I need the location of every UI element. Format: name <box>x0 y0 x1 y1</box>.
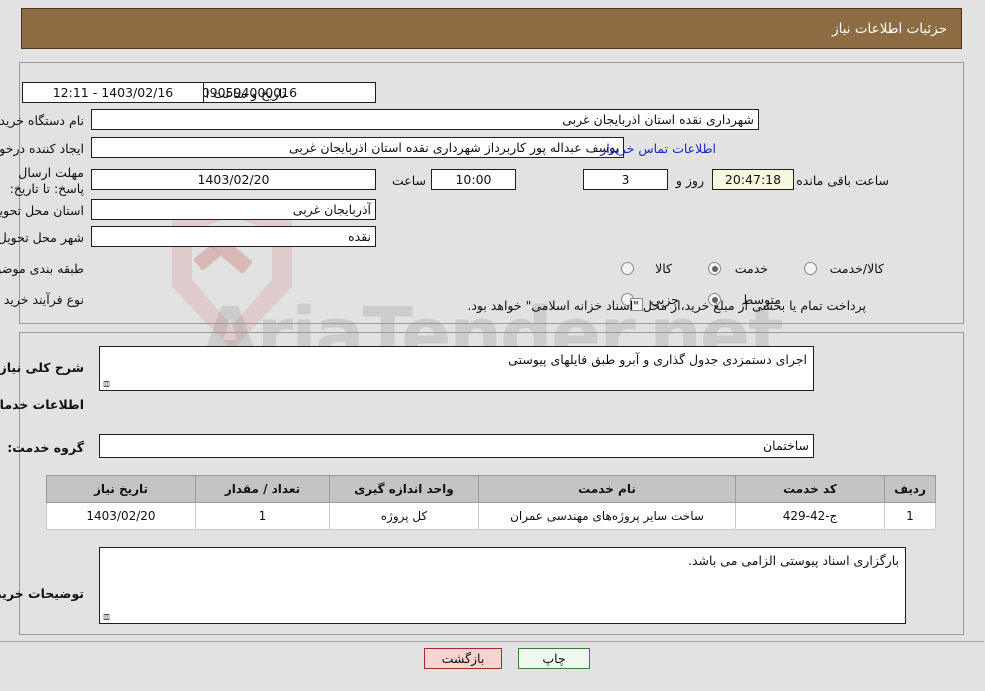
radio-category-kala-label: کالا <box>656 261 673 276</box>
province-label: استان محل تحویل: <box>0 203 85 218</box>
col-radif: ردیف <box>885 475 937 503</box>
cell-radif: 1 <box>885 502 937 530</box>
buyer-notes-textarea[interactable]: بارگزاری اسناد پیوستی الزامی می باشد. ⧈ <box>100 547 907 624</box>
days-and-label: روز و <box>676 173 705 188</box>
hour-label: ساعت <box>392 173 427 188</box>
services-section-heading: اطلاعات خدمات مورد نیاز <box>0 397 85 412</box>
cell-unit: کل پروژه <box>330 502 480 530</box>
buyer-org-label: نام دستگاه خریدار: <box>0 113 85 128</box>
services-table: ردیف کد خدمت نام خدمت واحد اندازه گیری ت… <box>47 475 937 530</box>
page-title: جزئیات اطلاعات نیاز <box>833 20 948 37</box>
table-row: 1 ج-42-429 ساخت سایر پروژه‌های مهندسی عم… <box>47 502 937 530</box>
category-label: طبقه بندی موضوعی: <box>0 261 85 276</box>
print-button[interactable]: چاپ <box>519 648 591 669</box>
col-unit: واحد اندازه گیری <box>330 475 480 503</box>
remaining-days-value: 3 <box>584 169 669 190</box>
treasury-bond-note: پرداخت تمام یا بخشی از مبلغ خرید،از محل … <box>468 298 867 313</box>
resize-grip-icon[interactable]: ⧈ <box>104 377 114 390</box>
col-date: تاریخ نیاز <box>47 475 197 503</box>
buyer-notes-value: بارگزاری اسناد پیوستی الزامی می باشد. <box>689 553 900 568</box>
back-button[interactable]: بازگشت <box>425 648 503 669</box>
cell-date: 1403/02/20 <box>47 502 197 530</box>
description-textarea[interactable]: اجرای دستمزدی جدول گذاری و آبرو طبق فایل… <box>100 346 815 391</box>
cell-code: ج-42-429 <box>736 502 886 530</box>
buyer-contact-link[interactable]: اطلاعات تماس خریدار <box>601 141 717 156</box>
deadline-label: مهلت ارسال پاسخ: تا تاریخ: <box>10 165 85 196</box>
buyer-notes-label: توضیحات خریدار: <box>0 586 85 601</box>
creator-value: یوسف عبداله پور کاربرداز شهرداری نقده اس… <box>92 137 625 158</box>
cell-name: ساخت سایر پروژه‌های مهندسی عمران <box>479 502 737 530</box>
radio-category-kala-khedmat-label: کالا/خدمت <box>830 261 885 276</box>
radio-category-khedmat[interactable] <box>709 262 722 275</box>
service-group-label: گروه خدمت: <box>8 440 85 455</box>
public-announce-value: 1403/02/16 - 12:11 <box>23 82 205 103</box>
radio-category-khedmat-label: خدمت <box>735 261 769 276</box>
remaining-hours-label: ساعت باقی مانده <box>797 173 890 188</box>
page-header: جزئیات اطلاعات نیاز <box>22 8 963 49</box>
radio-category-kala[interactable] <box>622 262 635 275</box>
buyer-org-value: شهرداری نقده استان اذربایجان غربی <box>92 109 760 130</box>
col-code: کد خدمت <box>736 475 886 503</box>
deadline-date-value: 1403/02/20 <box>92 169 377 190</box>
purchase-type-label: نوع فرآیند خرید : <box>0 292 85 307</box>
province-value: آذربایجان غربی <box>92 199 377 220</box>
remaining-timer-value: 20:47:18 <box>713 169 795 190</box>
resize-grip-icon-notes[interactable]: ⧈ <box>104 610 114 623</box>
col-name: نام خدمت <box>479 475 737 503</box>
table-header-row: ردیف کد خدمت نام خدمت واحد اندازه گیری ت… <box>47 475 937 503</box>
service-group-value: ساختمان <box>100 434 815 458</box>
description-value: اجرای دستمزدی جدول گذاری و آبرو طبق فایل… <box>509 352 808 367</box>
city-label: شهر محل تحویل: <box>0 230 85 245</box>
col-quantity: تعداد / مقدار <box>196 475 331 503</box>
footer-divider <box>0 641 985 642</box>
cell-quantity: 1 <box>196 502 331 530</box>
city-value: نقده <box>92 226 377 247</box>
hour-value: 10:00 <box>432 169 517 190</box>
description-label: شرح کلی نیاز: <box>0 360 85 375</box>
radio-category-kala-khedmat[interactable] <box>805 262 818 275</box>
creator-label: ایجاد کننده درخواست: <box>0 141 85 156</box>
